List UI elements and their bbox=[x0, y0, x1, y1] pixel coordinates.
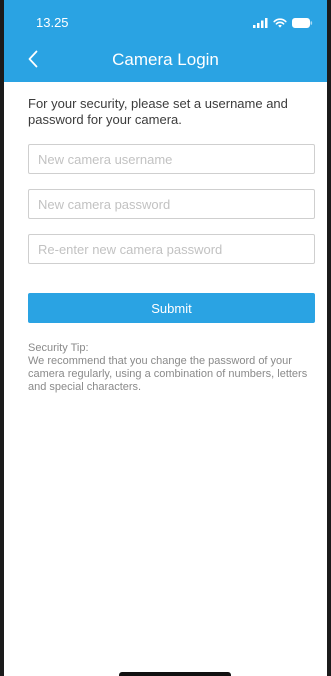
status-icons bbox=[253, 15, 313, 33]
confirm-password-input[interactable] bbox=[28, 234, 315, 264]
page-title: Camera Login bbox=[112, 50, 219, 69]
status-time: 13.25 bbox=[36, 15, 69, 30]
app-header: 13.25 Camera Login bbox=[4, 0, 327, 82]
wifi-icon bbox=[273, 15, 287, 33]
cellular-signal-icon bbox=[253, 15, 268, 33]
navigation-bar: Camera Login bbox=[4, 40, 327, 82]
login-form: For your security, please set a username… bbox=[28, 96, 315, 394]
security-tip-body: We recommend that you change the passwor… bbox=[28, 355, 308, 393]
battery-icon bbox=[292, 15, 313, 33]
password-input[interactable] bbox=[28, 189, 315, 219]
intro-text: For your security, please set a username… bbox=[28, 96, 288, 127]
app-screen: 13.25 Camera Login For your security, pl… bbox=[0, 0, 331, 676]
status-bar: 13.25 bbox=[4, 0, 327, 40]
submit-button[interactable]: Submit bbox=[28, 293, 315, 323]
security-tip: Security Tip: We recommend that you chan… bbox=[28, 342, 315, 394]
security-tip-heading: Security Tip: bbox=[28, 342, 89, 354]
username-input[interactable] bbox=[28, 144, 315, 174]
home-indicator[interactable] bbox=[119, 672, 231, 676]
